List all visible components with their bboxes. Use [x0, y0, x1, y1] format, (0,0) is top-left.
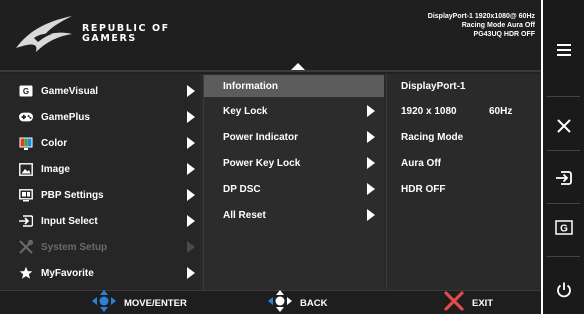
menu-item-label: PBP Settings — [41, 189, 104, 201]
move-enter-label: MOVE/ENTER — [124, 297, 187, 309]
star-icon — [19, 266, 33, 280]
menu-icon — [555, 43, 573, 62]
divider — [547, 256, 580, 257]
menu-item-label: GamePlus — [41, 111, 90, 123]
move-enter-hint[interactable]: MOVE/ENTER — [92, 289, 187, 314]
svg-text:G: G — [560, 224, 568, 235]
gamevisual-icon: G — [19, 84, 33, 98]
menu-item-gameplus[interactable]: GamePlus — [0, 105, 200, 129]
info-refresh-value: 60Hz — [489, 105, 513, 117]
menu-item-myfavorite[interactable]: MyFavorite — [0, 261, 200, 285]
info-aura-value: Aura Off — [401, 157, 441, 169]
menu-item-label: GameVisual — [41, 85, 99, 97]
side-button-panel: G — [543, 0, 584, 314]
info-mode-value: Racing Mode — [401, 131, 464, 143]
close-icon — [556, 118, 572, 139]
menu-item-label: System Setup — [41, 241, 108, 253]
chevron-right-icon — [187, 241, 195, 253]
rog-logo-icon — [14, 12, 78, 61]
submenu-item-all-reset[interactable]: All Reset — [204, 204, 384, 226]
color-icon — [19, 136, 33, 150]
divider — [547, 96, 580, 97]
info-hdr: HDR OFF — [387, 178, 541, 200]
chevron-right-icon — [187, 137, 195, 149]
submenu-item-key-lock[interactable]: Key Lock — [204, 100, 384, 122]
input-icon — [19, 214, 33, 228]
exit-hint[interactable]: EXIT — [444, 290, 494, 314]
svg-text:G: G — [23, 87, 29, 96]
image-icon — [19, 162, 33, 176]
chevron-right-icon — [367, 105, 375, 117]
back-hint[interactable]: BACK — [268, 289, 328, 314]
gamepad-icon — [19, 110, 33, 124]
chevron-right-icon — [367, 157, 375, 169]
submenu-item-power-indicator[interactable]: Power Indicator — [204, 126, 384, 148]
info-hdr-value: HDR OFF — [401, 183, 446, 195]
menu-item-label: Input Select — [41, 215, 98, 227]
chevron-right-icon — [367, 183, 375, 195]
gamevisual-icon: G — [554, 220, 573, 240]
status-line-2: Racing Mode Aura Off — [461, 22, 535, 29]
chevron-right-icon — [187, 163, 195, 175]
info-mode: Racing Mode — [387, 126, 541, 148]
menu-item-image[interactable]: Image — [0, 157, 200, 181]
menu-item-label: Color — [41, 137, 68, 149]
menu-item-pbp-settings[interactable]: PBP Settings — [0, 183, 200, 207]
info-input-value: DisplayPort-1 — [401, 80, 466, 92]
status-summary: DisplayPort-1 1920x1080@ 60Hz Racing Mod… — [428, 12, 535, 39]
chevron-right-icon — [187, 189, 195, 201]
menu-item-gamevisual[interactable]: G GameVisual — [0, 79, 200, 103]
submenu-item-label: Power Key Lock — [223, 157, 301, 169]
brand-text: REPUBLIC OF GAMERS — [82, 24, 170, 44]
menu-item-system-setup[interactable]: System Setup — [0, 235, 200, 259]
submenu-item-information[interactable]: Information — [204, 75, 384, 97]
scroll-up-icon[interactable] — [291, 63, 305, 70]
menu-button[interactable] — [543, 22, 584, 82]
menu-item-input-select[interactable]: Input Select — [0, 209, 200, 233]
osd-panel: REPUBLIC OF GAMERS DisplayPort-1 1920x10… — [0, 0, 541, 314]
gamevisual-button[interactable]: G — [543, 200, 584, 260]
information-panel: DisplayPort-1 1920 x 1080 60Hz Racing Mo… — [386, 74, 541, 290]
submenu-item-label: Power Indicator — [223, 131, 299, 143]
info-input: DisplayPort-1 — [387, 75, 541, 97]
menu-item-label: Image — [41, 163, 70, 175]
submenu: Information Key Lock Power Indicator Pow… — [203, 74, 384, 290]
chevron-right-icon — [367, 209, 375, 221]
pbp-icon — [19, 188, 33, 202]
back-label: BACK — [300, 297, 328, 309]
header: REPUBLIC OF GAMERS DisplayPort-1 1920x10… — [0, 0, 541, 72]
input-icon — [555, 170, 573, 191]
submenu-item-label: All Reset — [223, 209, 266, 221]
footer: MOVE/ENTER BACK EXIT — [0, 289, 541, 314]
status-line-1: DisplayPort-1 1920x1080@ 60Hz — [427, 13, 535, 20]
submenu-item-dp-dsc[interactable]: DP DSC — [204, 178, 384, 200]
main-menu: G GameVisual GamePlus Color Image PBP Se… — [0, 74, 200, 290]
close-button[interactable] — [543, 98, 584, 158]
joystick-back-icon — [268, 289, 292, 314]
menu-item-color[interactable]: Color — [0, 131, 200, 155]
chevron-right-icon — [187, 111, 195, 123]
info-aura: Aura Off — [387, 152, 541, 174]
power-button[interactable] — [543, 262, 584, 314]
submenu-item-power-key-lock[interactable]: Power Key Lock — [204, 152, 384, 174]
chevron-right-icon — [187, 215, 195, 227]
brand-line-2: GAMERS — [82, 33, 137, 44]
menu-content: G GameVisual GamePlus Color Image PBP Se… — [0, 74, 541, 290]
power-icon — [555, 281, 573, 304]
status-line-3: PG43UQ HDR OFF — [473, 31, 535, 38]
chevron-right-icon — [187, 85, 195, 97]
joystick-move-icon — [92, 289, 116, 314]
menu-item-label: MyFavorite — [41, 267, 94, 279]
exit-x-icon — [444, 290, 464, 314]
info-resolution-row: 1920 x 1080 60Hz — [387, 100, 541, 122]
submenu-item-label: Information — [223, 80, 278, 92]
submenu-item-label: Key Lock — [223, 105, 268, 117]
chevron-right-icon — [367, 131, 375, 143]
exit-label: EXIT — [472, 297, 494, 309]
tools-icon — [19, 240, 33, 254]
info-resolution-value: 1920 x 1080 — [401, 105, 457, 117]
chevron-right-icon — [187, 267, 195, 279]
submenu-item-label: DP DSC — [223, 183, 261, 195]
